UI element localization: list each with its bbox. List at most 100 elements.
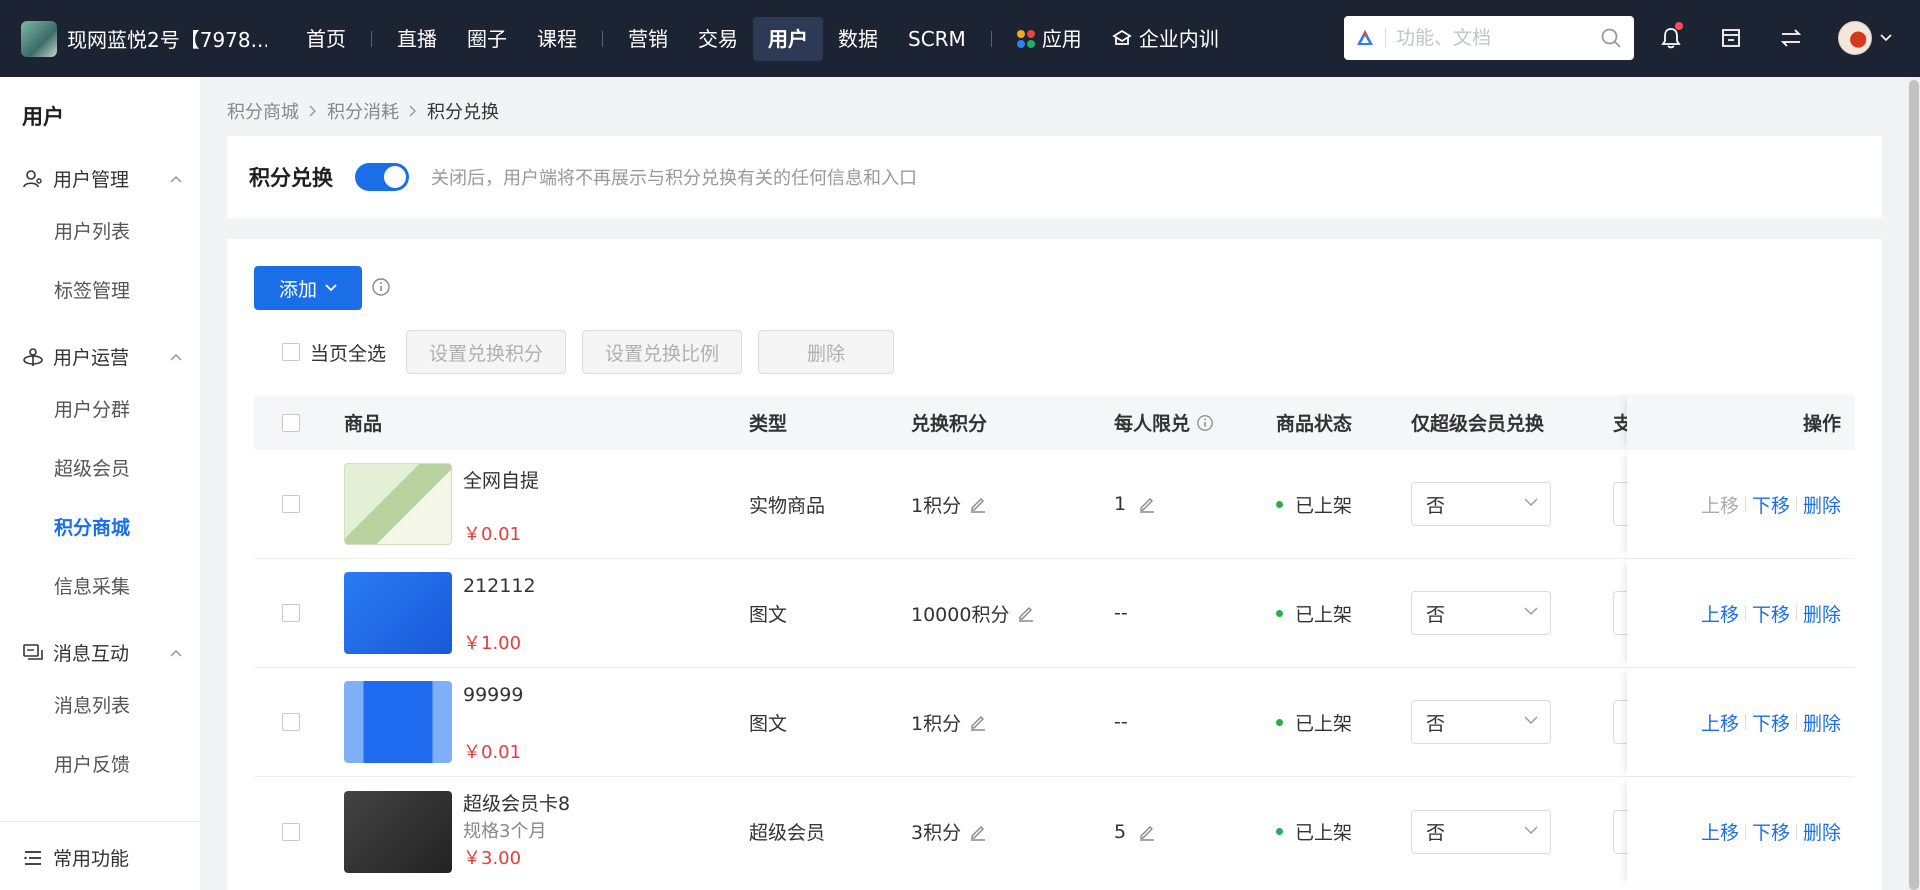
goods-type: 实物商品 [749, 494, 826, 517]
header-checkbox[interactable] [282, 413, 300, 432]
sidebar-group-message-interaction[interactable]: 消息互动 [22, 639, 182, 666]
limit-value: -- [1114, 602, 1128, 624]
row-checkbox[interactable] [282, 713, 300, 731]
breadcrumb-item[interactable]: 积分商城 [227, 98, 299, 124]
vip-only-select[interactable]: 否 [1411, 700, 1551, 744]
exchange-toggle-panel: 积分兑换 关闭后，用户端将不再展示与积分兑换有关的任何信息和入口 [227, 136, 1882, 218]
sidebar-group-user-operation[interactable]: 用户运营 [22, 343, 182, 370]
goods-thumbnail [344, 463, 452, 545]
chevron-up-icon [170, 649, 182, 657]
move-down-button[interactable]: 下移 [1752, 600, 1790, 627]
delete-button[interactable]: 删除 [1803, 491, 1841, 518]
move-up-button[interactable]: 上移 [1701, 709, 1739, 736]
page-scrollbar-thumb[interactable] [1909, 80, 1919, 890]
add-button[interactable]: 添加 [254, 266, 362, 310]
row-checkbox[interactable] [282, 604, 300, 622]
nav-data[interactable]: 数据 [823, 17, 893, 61]
vip-only-select[interactable]: 否 [1411, 591, 1551, 635]
nav-enterprise-training[interactable]: 企业内训 [1097, 17, 1234, 61]
search-input[interactable] [1396, 27, 1596, 49]
sidebar-group-user-management[interactable]: 用户管理 [22, 165, 182, 192]
goods-name[interactable]: 全网自提 [463, 466, 539, 493]
shop-name[interactable]: 现网蓝悦2号【7978... [67, 24, 267, 53]
sidebar-group-label: 消息互动 [53, 643, 130, 665]
info-icon[interactable] [1196, 414, 1214, 432]
edit-pencil-icon[interactable] [1017, 604, 1035, 622]
nav-users[interactable]: 用户 [753, 16, 823, 61]
notification-dot [1675, 22, 1683, 30]
bulk-delete-button[interactable]: 删除 [758, 330, 895, 374]
global-search[interactable] [1344, 16, 1634, 60]
edit-pencil-icon[interactable] [1138, 823, 1156, 841]
set-points-button[interactable]: 设置兑换积分 [406, 330, 567, 374]
info-icon[interactable] [371, 277, 391, 297]
vip-only-select[interactable]: 否 [1411, 809, 1551, 854]
sidebar-item-user-feedback[interactable]: 用户反馈 [54, 750, 130, 777]
edit-pencil-icon[interactable] [969, 713, 987, 731]
goods-name[interactable]: 99999 [463, 684, 523, 706]
delete-button[interactable]: 删除 [1803, 600, 1841, 627]
exchange-enable-toggle[interactable] [355, 163, 409, 191]
training-icon [1112, 29, 1132, 45]
move-up-button[interactable]: 上移 [1701, 818, 1739, 845]
col-type: 类型 [749, 413, 788, 435]
sidebar-footer: 常用功能 [0, 821, 200, 890]
delete-button[interactable]: 删除 [1803, 818, 1841, 845]
move-up-button[interactable]: 上移 [1701, 491, 1739, 518]
op-divider [1744, 714, 1746, 730]
sidebar-item-super-member[interactable]: 超级会员 [54, 454, 130, 481]
sidebar-item-tag-management[interactable]: 标签管理 [54, 276, 130, 303]
store-icon[interactable] [1715, 19, 1747, 57]
sidebar-item-info-collection[interactable]: 信息采集 [54, 572, 130, 599]
nav-course[interactable]: 课程 [522, 17, 592, 61]
breadcrumb-current: 积分兑换 [427, 102, 499, 123]
search-icon[interactable] [1600, 27, 1622, 49]
status-text: 已上架 [1295, 603, 1353, 626]
row-operations: 上移 下移 删除 [1701, 559, 1841, 667]
select-all-checkbox[interactable] [282, 343, 300, 361]
op-divider [1795, 605, 1797, 621]
delete-button[interactable]: 删除 [1803, 709, 1841, 736]
nav-live[interactable]: 直播 [382, 17, 452, 61]
goods-name[interactable]: 超级会员卡8 [463, 789, 570, 816]
sidebar-item-user-segment[interactable]: 用户分群 [54, 395, 130, 422]
status-dot [1276, 609, 1283, 617]
shop-logo[interactable] [21, 20, 57, 57]
top-right-icons [1655, 19, 1895, 57]
status-cell: 已上架 [1276, 777, 1352, 886]
breadcrumb-item[interactable]: 积分消耗 [327, 98, 399, 124]
move-up-button[interactable]: 上移 [1701, 600, 1739, 627]
op-divider [1744, 823, 1746, 840]
edit-pencil-icon[interactable] [1138, 495, 1156, 513]
breadcrumb: 积分商城 积分消耗 积分兑换 [227, 98, 499, 124]
sidebar-item-user-list[interactable]: 用户列表 [54, 217, 130, 244]
edit-pencil-icon[interactable] [969, 823, 987, 841]
vip-only-select[interactable]: 否 [1411, 482, 1551, 526]
move-down-button[interactable]: 下移 [1752, 491, 1790, 518]
move-down-button[interactable]: 下移 [1752, 709, 1790, 736]
notification-bell-icon[interactable] [1655, 19, 1687, 57]
sidebar-item-message-list[interactable]: 消息列表 [54, 691, 130, 718]
nav-circle[interactable]: 圈子 [452, 17, 522, 61]
user-avatar-menu[interactable] [1835, 19, 1895, 57]
nav-scrm[interactable]: SCRM [893, 17, 981, 61]
set-ratio-button[interactable]: 设置兑换比例 [582, 330, 743, 374]
common-functions-button[interactable]: 常用功能 [22, 844, 182, 871]
avatar [1838, 21, 1872, 55]
goods-name[interactable]: 212112 [463, 575, 536, 597]
select-all-label[interactable]: 当页全选 [310, 339, 386, 366]
switch-arrows-icon[interactable] [1775, 19, 1807, 57]
nav-marketing[interactable]: 营销 [613, 17, 683, 61]
goods-price: ￥3.00 [463, 848, 522, 869]
sidebar-item-points-mall[interactable]: 积分商城 [54, 513, 130, 540]
move-down-button[interactable]: 下移 [1752, 818, 1790, 845]
nav-home[interactable]: 首页 [291, 17, 361, 61]
edit-pencil-icon[interactable] [969, 495, 987, 513]
nav-apps[interactable]: 应用 [1002, 17, 1097, 61]
nav-trade[interactable]: 交易 [683, 17, 753, 61]
row-checkbox[interactable] [282, 822, 300, 841]
row-checkbox[interactable] [282, 495, 300, 513]
goods-type: 超级会员 [749, 822, 826, 844]
table-row: 超级会员卡8 规格3个月 ￥3.00 超级会员 3积分 5 已上架 否 上移 下… [254, 777, 1855, 886]
fixed-ops-column: 操作 [1627, 395, 1855, 450]
